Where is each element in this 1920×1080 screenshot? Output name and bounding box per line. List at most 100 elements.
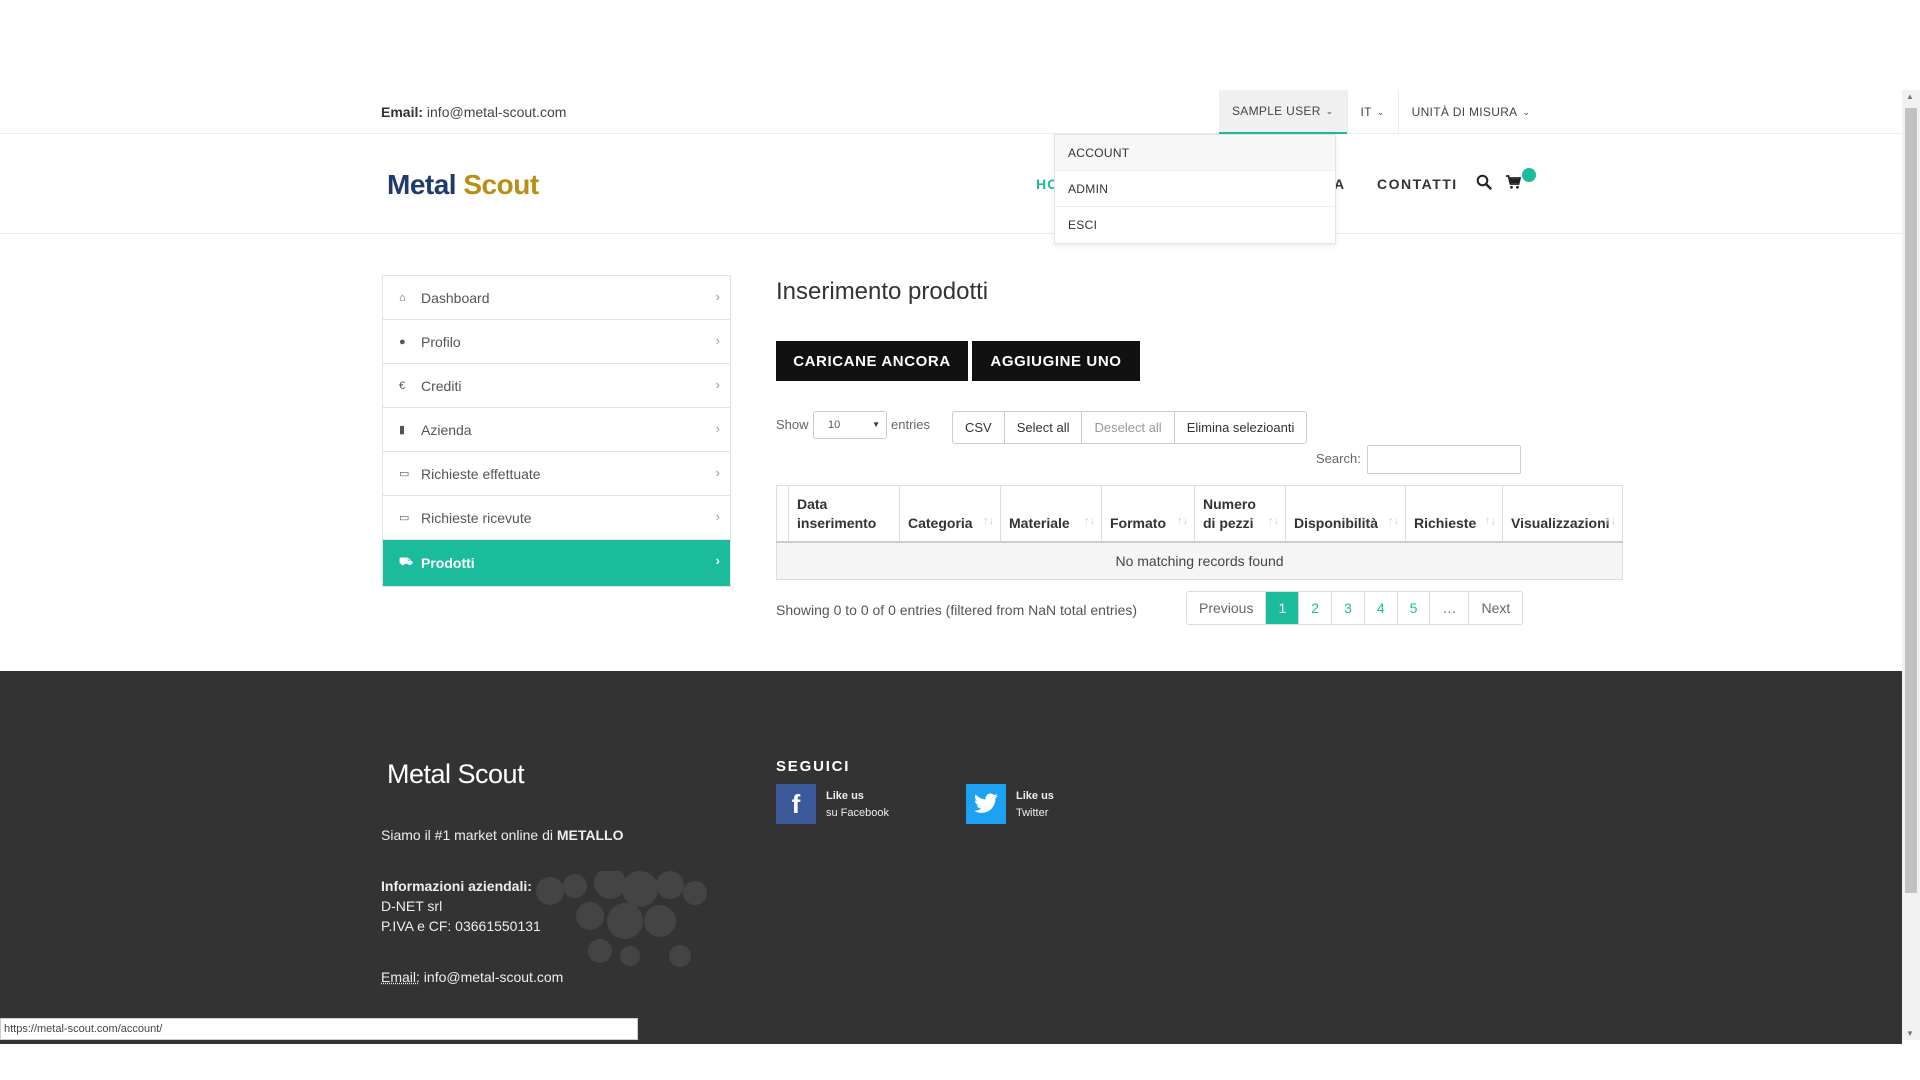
pagination-next[interactable]: Next — [1469, 592, 1522, 624]
world-map-decoration — [536, 871, 707, 967]
logo-word-scout: Scout — [463, 169, 539, 200]
sidebar-item-label: Dashboard — [421, 289, 490, 306]
table-info: Showing 0 to 0 of 0 entries (filtered fr… — [776, 602, 1138, 618]
nav-contatti[interactable]: CONTATTI — [1377, 176, 1458, 192]
add-one-button[interactable]: AGGIUGINE UNO — [972, 341, 1140, 381]
column-header-visualizzazioni[interactable]: Visualizzazioni ↑↓ — [1502, 485, 1623, 543]
chevron-right-icon: › — [715, 377, 720, 392]
pagination-ellipsis: … — [1430, 592, 1470, 624]
column-header-materiale[interactable]: Materiale ↑↓ — [1000, 485, 1102, 543]
top-email-label: Email: — [381, 104, 424, 120]
pagination-page-3[interactable]: 3 — [1332, 592, 1365, 624]
page-title: Inserimento prodotti — [776, 278, 989, 305]
sidebar-item-label: Profilo — [421, 333, 461, 350]
follow-heading: SEGUICI — [776, 758, 851, 775]
company-heading: Informazioni aziendali: — [381, 878, 532, 894]
column-label: Disponibilità — [1294, 514, 1378, 531]
sidebar-item-richieste-effettuate[interactable]: ▭ Richieste effettuate › — [383, 452, 730, 496]
pagination-page-4[interactable]: 4 — [1365, 592, 1398, 624]
sidebar-item-label: Richieste ricevute — [421, 509, 532, 526]
footer-email-value[interactable]: info@metal-scout.com — [424, 969, 563, 985]
site-logo[interactable]: Metal Scout — [387, 169, 539, 201]
products-table: Data inserimento Categoria ↑↓ Materiale ↑↓… — [776, 485, 1623, 580]
top-bar: Email: info@metal-scout.com SAMPLE USER … — [0, 90, 1902, 134]
column-header-formato[interactable]: Formato ↑↓ — [1101, 485, 1195, 543]
scroll-down-icon[interactable]: ▼ — [1906, 1029, 1914, 1038]
chevron-right-icon: › — [715, 333, 720, 348]
sidebar-item-label: Azienda — [421, 421, 472, 438]
sort-icon: ↑↓ — [1605, 514, 1616, 527]
table-search-input[interactable] — [1367, 445, 1521, 474]
caret-down-icon: ▼ — [872, 420, 880, 429]
sidebar-item-prodotti[interactable]: ⛟ Prodotti › — [383, 540, 730, 586]
sort-icon: ↑↓ — [1177, 514, 1188, 527]
column-header-data-inserimento[interactable]: Data inserimento — [788, 485, 900, 543]
sidebar-item-profilo[interactable]: ● Profilo › — [383, 320, 730, 364]
delete-selected-button[interactable]: Elimina selezioanti — [1175, 412, 1307, 443]
scrollbar-thumb[interactable] — [1905, 108, 1917, 893]
twitter-link[interactable]: Like us Twitter — [966, 784, 1054, 824]
chat-icon: ▭ — [399, 468, 410, 480]
sidebar-item-label: Crediti — [421, 377, 462, 394]
show-label: Show — [776, 417, 809, 432]
search-icon[interactable] — [1476, 174, 1492, 195]
twitter-icon — [966, 784, 1006, 824]
sort-icon: ↑↓ — [1084, 514, 1095, 527]
sidebar-item-richieste-ricevute[interactable]: ▭ Richieste ricevute › — [383, 496, 730, 540]
upload-more-button[interactable]: CARICANE ANCORA — [776, 341, 968, 381]
chevron-right-icon: › — [715, 289, 720, 304]
column-header-richieste[interactable]: Richieste ↑↓ — [1405, 485, 1503, 543]
chevron-down-icon: ⌄ — [1522, 106, 1531, 117]
language-menu-button[interactable]: IT ⌄ — [1348, 90, 1398, 134]
chevron-right-icon: › — [715, 465, 720, 480]
page-scrollbar[interactable]: ▲ ▼ — [1902, 90, 1920, 1040]
units-menu-button[interactable]: UNITÀ DI MISURA ⌄ — [1399, 90, 1544, 134]
top-email: Email: info@metal-scout.com — [381, 104, 566, 120]
dropdown-item-account[interactable]: ACCOUNT — [1055, 135, 1335, 171]
deselect-all-button[interactable]: Deselect all — [1082, 412, 1175, 443]
chat-icon: ▭ — [399, 512, 410, 524]
chevron-right-icon: › — [715, 421, 720, 436]
sidebar-item-dashboard[interactable]: ⌂ Dashboard › — [383, 276, 730, 320]
euro-icon: € — [399, 379, 406, 392]
site-footer: Metal Scout Siamo il #1 market online di… — [0, 671, 1902, 1044]
pagination-page-5[interactable]: 5 — [1398, 592, 1431, 624]
pagination-previous[interactable]: Previous — [1187, 592, 1267, 624]
footer-logo[interactable]: Metal Scout — [387, 759, 525, 790]
units-label: UNITÀ DI MISURA — [1411, 105, 1518, 119]
pagination-page-2[interactable]: 2 — [1299, 592, 1333, 624]
footer-email: Email: info@metal-scout.com — [381, 969, 563, 985]
cart-icon[interactable] — [1505, 174, 1522, 195]
entries-select[interactable]: 10 ▼ — [813, 411, 887, 439]
column-header-categoria[interactable]: Categoria ↑↓ — [899, 485, 1001, 543]
chevron-right-icon: › — [715, 553, 720, 568]
dropdown-item-esci[interactable]: ESCI — [1055, 207, 1335, 243]
bar-chart-icon: ▮ — [399, 424, 406, 436]
table-header-row: Data inserimento Categoria ↑↓ Materiale ↑↓… — [776, 485, 1623, 543]
site-header: Metal Scout HO A CONTATTI — [0, 134, 1902, 234]
logo-word-metal: Metal — [387, 169, 457, 200]
scroll-up-icon[interactable]: ▲ — [1906, 92, 1914, 101]
select-all-button[interactable]: Select all — [1005, 412, 1083, 443]
column-header-disponibilita[interactable]: Disponibilità ↑↓ — [1285, 485, 1406, 543]
account-sidebar: ⌂ Dashboard › ● Profilo › € Crediti › ▮ … — [382, 275, 731, 587]
company-vat: P.IVA e CF: 03661550131 — [381, 918, 541, 934]
facebook-line2: su Facebook — [826, 807, 889, 819]
checkbox-column-header[interactable] — [776, 485, 789, 543]
home-icon: ⌂ — [399, 291, 406, 304]
sort-icon: ↑↓ — [983, 514, 994, 527]
pagination-page-1[interactable]: 1 — [1266, 592, 1300, 624]
column-header-numero-di-pezzi[interactable]: Numero di pezzi ↑↓ — [1194, 485, 1286, 543]
facebook-link[interactable]: f Like us su Facebook — [776, 784, 889, 824]
sidebar-item-crediti[interactable]: € Crediti › — [383, 364, 730, 408]
cart-badge — [1522, 168, 1536, 182]
sidebar-item-azienda[interactable]: ▮ Azienda › — [383, 408, 730, 452]
browser-status-url: https://metal-scout.com/account/ — [0, 1018, 638, 1040]
user-menu-button[interactable]: SAMPLE USER ⌄ — [1219, 90, 1347, 134]
top-email-value[interactable]: info@metal-scout.com — [427, 104, 566, 120]
csv-button[interactable]: CSV — [953, 412, 1005, 443]
sort-icon: ↑↓ — [1268, 514, 1279, 527]
cart-icon: ⛟ — [399, 556, 413, 568]
dropdown-item-admin[interactable]: ADMIN — [1055, 171, 1335, 207]
facebook-text: Like us su Facebook — [826, 788, 889, 822]
